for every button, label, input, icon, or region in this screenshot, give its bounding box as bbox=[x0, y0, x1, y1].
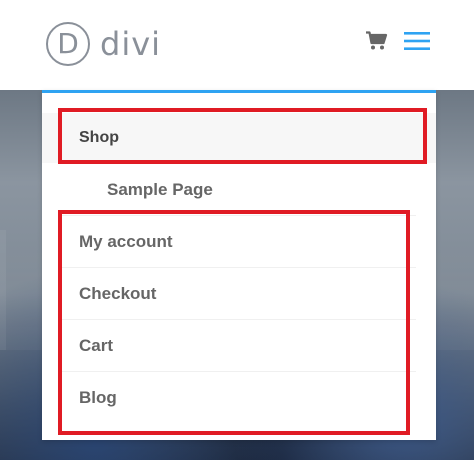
cart-icon[interactable] bbox=[366, 31, 388, 51]
site-header: D divi bbox=[0, 0, 474, 90]
highlight-box-shop bbox=[58, 108, 427, 164]
highlight-box-secondary-items bbox=[58, 210, 410, 435]
logo-mark: D bbox=[46, 22, 90, 66]
menu-item-label: Sample Page bbox=[107, 180, 213, 199]
hamburger-menu-icon[interactable] bbox=[404, 30, 430, 52]
site-logo[interactable]: D divi bbox=[46, 22, 161, 66]
logo-letter: D bbox=[57, 27, 79, 60]
logo-text: divi bbox=[100, 25, 162, 63]
menu-item-sample-page[interactable]: Sample Page bbox=[42, 165, 436, 215]
